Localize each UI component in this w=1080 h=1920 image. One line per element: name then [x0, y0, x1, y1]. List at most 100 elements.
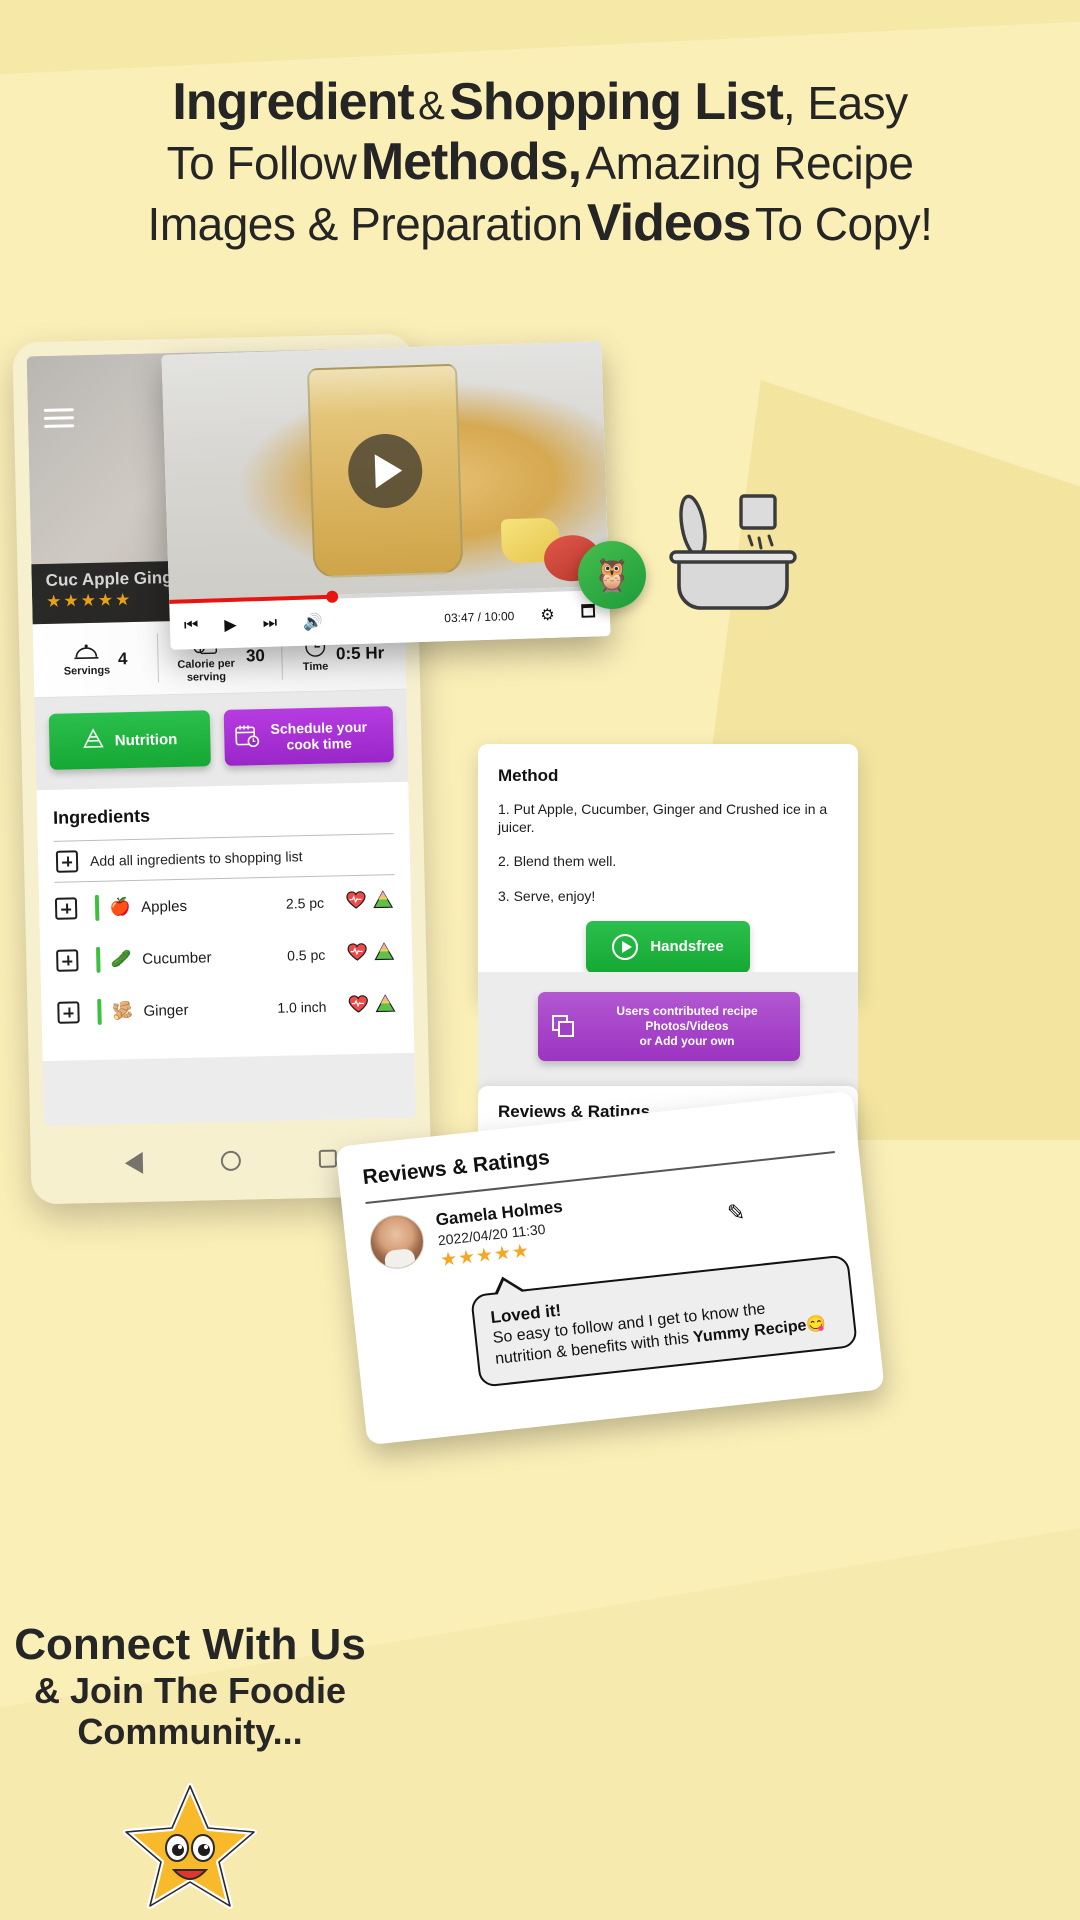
ingredient-icons — [348, 993, 396, 1018]
owl-glyph: 🦉 — [592, 557, 632, 593]
recents-square-icon[interactable] — [318, 1149, 338, 1168]
headline-line-2: To Follow Methods, Amazing Recipe — [26, 132, 1054, 192]
connect-line-3: Community... — [77, 1711, 303, 1753]
ingredient-qty: 1.0 inch — [277, 998, 327, 1016]
ingredients-section: Ingredients Add all ingredients to shopp… — [36, 781, 415, 1062]
ingredient-row[interactable]: 🥒 Cucumber 0.5 pc — [56, 927, 397, 987]
ingredient-name: Cucumber — [142, 948, 212, 968]
stat-value-servings: 4 — [117, 648, 128, 668]
stat-label-calories: Calorie per serving — [177, 658, 236, 684]
method-step: 2. Blend them well. — [498, 853, 617, 870]
ingredient-row[interactable]: 🍎 Apples 2.5 pc — [54, 875, 396, 935]
ingredient-emoji: 🫚 — [111, 1001, 134, 1021]
method-step: 1. Put Apple, Cucumber, Ginger and Crush… — [498, 801, 828, 836]
headline-line-1: Ingredient & Shopping List, Easy — [26, 72, 1054, 132]
plus-box-icon[interactable] — [54, 897, 78, 921]
headline-word-to-copy: To Copy! — [754, 197, 933, 250]
back-triangle-icon[interactable] — [124, 1151, 144, 1175]
method-title: Method — [498, 766, 559, 785]
ingredient-qty: 0.5 pc — [286, 946, 326, 964]
schedule-button-label: Schedule your cook time — [270, 719, 367, 753]
food-pyramid-icon[interactable] — [375, 993, 396, 1017]
heartbeat-icon[interactable] — [346, 890, 367, 913]
headline-word-ingredient: Ingredient — [172, 73, 414, 131]
photo-stack-icon — [552, 1014, 576, 1039]
stat-label-servings: Servings — [63, 664, 111, 679]
headline-ampersand: & — [418, 84, 445, 128]
schedule-label-line2: cook time — [286, 735, 353, 753]
method-card: Method 1. Put Apple, Cucumber, Ginger an… — [478, 744, 858, 999]
avatar — [367, 1212, 427, 1272]
volume-icon[interactable]: 🔊 — [303, 612, 324, 633]
cooking-pot-icon — [645, 490, 805, 620]
method-step: 3. Serve, enjoy! — [498, 887, 596, 904]
add-all-label: Add all ingredients to shopping list — [89, 848, 303, 870]
skip-next-icon[interactable]: ⏭ — [262, 614, 277, 632]
contributed-label: Users contributed recipe Photos/Videos o… — [588, 1004, 786, 1049]
headline-word-to-follow: To Follow — [166, 137, 357, 190]
ingredient-color-bar — [97, 998, 102, 1026]
heartbeat-icon[interactable] — [348, 994, 369, 1017]
headline-word-easy: , Easy — [782, 77, 908, 129]
skip-previous-icon[interactable]: ⏮ — [184, 617, 199, 635]
play-circle-icon — [612, 933, 639, 960]
contributed-line1: Users contributed recipe Photos/Videos — [616, 1004, 758, 1033]
gear-icon[interactable]: ⚙ — [540, 605, 555, 625]
home-circle-icon[interactable] — [220, 1150, 242, 1172]
serving-dome-icon: Servings — [63, 641, 110, 678]
stat-value-time: 0:5 Hr — [335, 642, 385, 663]
headline-word-shopping-list: Shopping List — [449, 73, 784, 131]
calendar-clock-icon — [234, 723, 261, 753]
review-bubble-emoji: 😋 — [805, 1314, 828, 1334]
review-meta: Gamela Holmes 2022/04/20 11:30 ★★★★★ — [435, 1197, 569, 1272]
video-thumbnail[interactable] — [161, 341, 609, 600]
smiling-star-icon — [120, 1780, 260, 1910]
headline-word-methods: Methods, — [360, 133, 582, 192]
pyramid-icon — [83, 728, 106, 754]
owl-icon[interactable]: 🦉 — [578, 541, 646, 609]
ingredient-emoji: 🥒 — [110, 949, 133, 969]
headline-word-amazing-recipe: Amazing Recipe — [585, 137, 914, 190]
ingredient-icons — [346, 889, 394, 914]
headline-line-3: Images & Preparation Videos To Copy! — [26, 193, 1054, 253]
pencil-icon[interactable]: ✎ — [726, 1200, 745, 1226]
stat-value-calories: 30 — [245, 645, 266, 665]
review-card: Reviews & Ratings Gamela Holmes 2022/04/… — [335, 1090, 885, 1446]
ingredient-icons — [347, 941, 395, 966]
plus-box-icon[interactable] — [55, 850, 79, 873]
ingredient-color-bar — [94, 895, 100, 922]
headline-word-images-preparation: Images & Preparation — [147, 197, 583, 250]
nutrition-button-label: Nutrition — [114, 730, 178, 750]
heartbeat-icon[interactable] — [347, 942, 368, 965]
plus-box-icon[interactable] — [57, 1001, 80, 1024]
headline-word-videos: Videos — [586, 193, 752, 252]
recipe-action-row: Nutrition Schedule your cook time — [34, 689, 409, 791]
connect-block: Connect With Us & Join The Foodie Commun… — [0, 1620, 380, 1752]
handsfree-button[interactable]: Handsfree — [586, 920, 750, 973]
nutrition-button[interactable]: Nutrition — [48, 710, 212, 771]
ingredient-qty: 2.5 pc — [285, 894, 325, 912]
ingredient-row[interactable]: 🫚 Ginger 1.0 inch — [57, 979, 398, 1039]
food-pyramid-icon[interactable] — [374, 941, 395, 965]
plus-box-icon[interactable] — [56, 949, 79, 972]
ingredient-color-bar — [96, 947, 101, 974]
stat-servings: Servings 4 — [33, 621, 159, 697]
schedule-cook-time-button[interactable]: Schedule your cook time — [224, 706, 394, 767]
ingredient-name: Apples — [140, 897, 188, 916]
video-player-card: ⏮ ▶ ⏭ 🔊 03:47 / 10:00 ⚙ 🗖 — [161, 341, 611, 650]
food-pyramid-icon[interactable] — [373, 889, 394, 913]
page-headline: Ingredient & Shopping List, Easy To Foll… — [0, 72, 1080, 253]
stat-label-time: Time — [302, 661, 329, 674]
hamburger-icon[interactable] — [43, 403, 75, 433]
connect-line-1: Connect With Us — [14, 1620, 366, 1669]
ingredient-name: Ginger — [143, 1001, 189, 1020]
users-contributed-button[interactable]: Users contributed recipe Photos/Videos o… — [538, 992, 800, 1061]
play-icon[interactable]: ▶ — [224, 615, 237, 635]
ingredients-title: Ingredients — [52, 805, 151, 829]
review-bubble: Loved it! So easy to follow and I get to… — [470, 1254, 858, 1388]
schedule-label-line1: Schedule your — [270, 718, 368, 737]
ingredient-emoji: 🍎 — [109, 897, 131, 917]
contributed-line2: or Add your own — [639, 1034, 735, 1048]
handsfree-button-label: Handsfree — [650, 938, 724, 956]
connect-line-2: & Join The Foodie — [34, 1670, 346, 1712]
